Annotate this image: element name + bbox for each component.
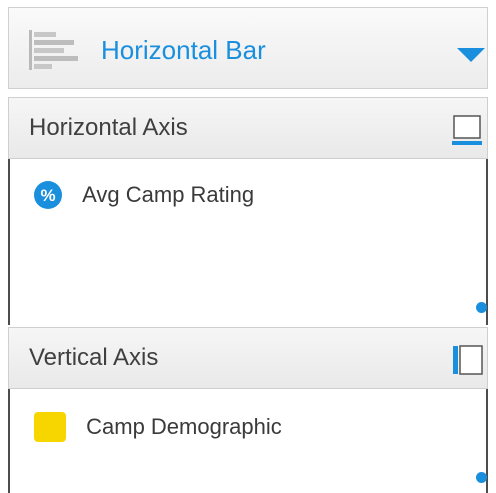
field-label: Avg Camp Rating xyxy=(82,182,255,208)
horizontal-axis-header: Horizontal Axis xyxy=(8,97,488,159)
drop-zone-indicator-dot xyxy=(476,302,487,313)
vertical-axis-title: Vertical Axis xyxy=(29,344,159,371)
vertical-axis-drop-zone[interactable]: Camp Demographic xyxy=(8,389,488,493)
chart-type-label: Horizontal Bar xyxy=(101,35,266,65)
horizontal-axis-drop-zone[interactable]: % Avg Camp Rating xyxy=(8,159,488,325)
drop-zone-indicator-dot xyxy=(476,472,487,483)
vertical-axis-header: Vertical Axis xyxy=(8,327,488,389)
caret-down-icon[interactable] xyxy=(457,46,485,64)
vertical-axis-orientation-icon[interactable] xyxy=(449,342,485,378)
horizontal-axis-orientation-icon[interactable] xyxy=(449,112,485,148)
horizontal-axis-title: Horizontal Axis xyxy=(29,114,188,141)
horizontal-bar-chart-icon xyxy=(29,30,78,70)
dimension-chip-icon xyxy=(34,412,66,443)
field-camp-demographic[interactable]: Camp Demographic xyxy=(34,409,282,443)
percent-badge-text: % xyxy=(40,186,55,205)
percent-badge-icon: % xyxy=(34,181,62,210)
chart-type-selector[interactable]: Horizontal Bar xyxy=(8,7,488,89)
field-label: Camp Demographic xyxy=(86,414,282,440)
field-avg-camp-rating[interactable]: % Avg Camp Rating xyxy=(34,177,254,211)
